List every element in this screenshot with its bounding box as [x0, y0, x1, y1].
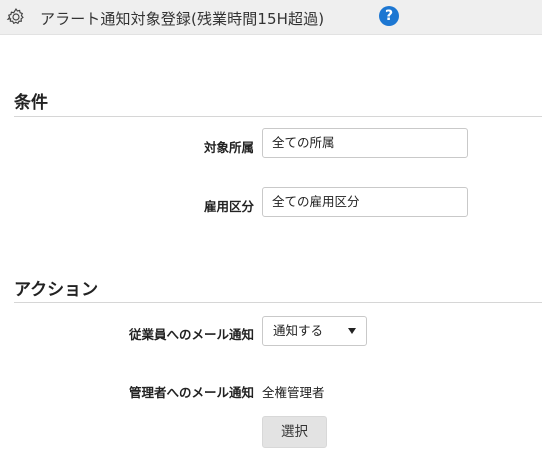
employment-type-field[interactable]: 全ての雇用区分: [262, 187, 468, 217]
actions-section-title: アクション: [14, 280, 99, 300]
conditions-divider: [14, 116, 542, 117]
help-icon[interactable]: ?: [379, 6, 399, 26]
employment-type-label: 雇用区分: [203, 199, 254, 214]
employee-email-label: 従業員へのメール通知: [128, 327, 254, 342]
select-button[interactable]: 選択: [262, 416, 327, 448]
caret-down-icon: [348, 328, 356, 334]
page-header: アラート通知対象登録(残業時間15H超過) ?: [0, 0, 542, 35]
employee-email-select[interactable]: 通知する: [262, 316, 367, 346]
page-title: アラート通知対象登録(残業時間15H超過): [40, 10, 325, 28]
conditions-section-title: 条件: [14, 93, 48, 113]
employee-email-selected-value: 通知する: [273, 323, 324, 338]
actions-divider: [14, 302, 542, 303]
manager-email-label: 管理者へのメール通知: [128, 385, 254, 400]
target-department-label: 対象所属: [203, 140, 254, 155]
target-department-field[interactable]: 全ての所属: [262, 128, 468, 158]
gear-icon[interactable]: [6, 7, 26, 27]
manager-email-value: 全権管理者: [262, 385, 325, 400]
